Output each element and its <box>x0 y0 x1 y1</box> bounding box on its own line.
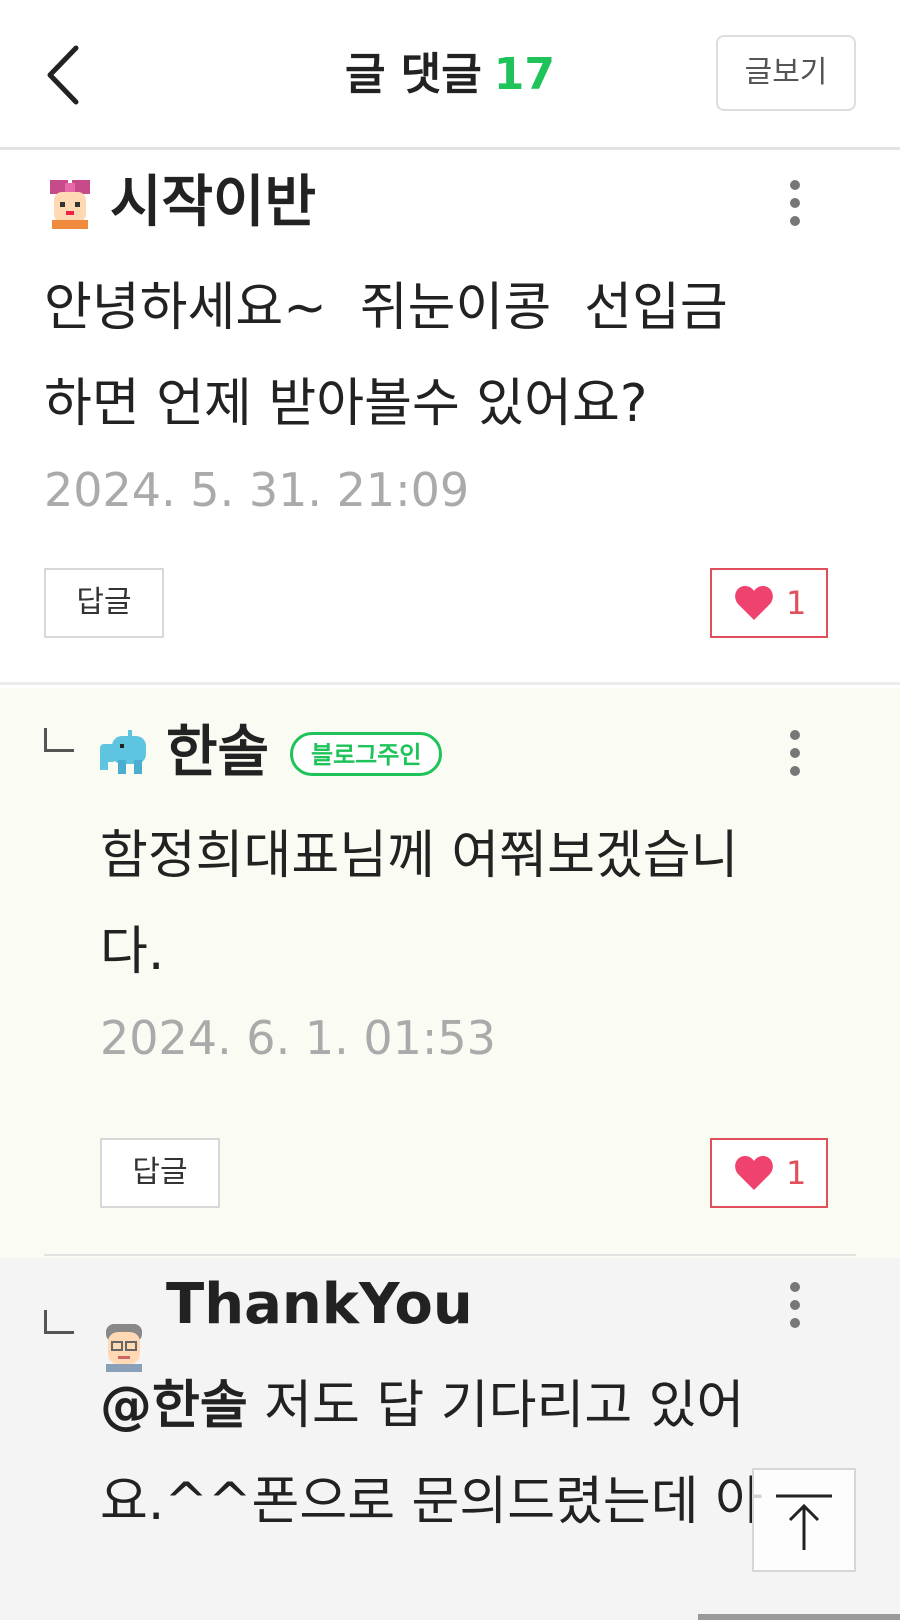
like-count: 1 <box>786 584 807 622</box>
view-post-button[interactable]: 글보기 <box>716 35 856 111</box>
reply-arrow-icon <box>44 1310 74 1334</box>
like-count: 1 <box>786 1154 807 1192</box>
page-title-label: 글 댓글 <box>345 49 482 100</box>
comment-text: 안녕하세요~ 쥐눈이콩 선입금 하면 언제 받아볼수 있어요? <box>44 278 728 434</box>
more-options-button[interactable] <box>780 718 810 788</box>
comment-date: 2024. 6. 1. 01:53 <box>100 1011 496 1065</box>
commenter-nickname[interactable]: 시작이반 <box>110 168 316 238</box>
divider <box>44 1254 856 1256</box>
comment-count: 17 <box>493 49 555 100</box>
commenter-nickname[interactable]: 한솔 <box>166 718 269 788</box>
heart-icon <box>735 586 773 620</box>
header-bar: 글 댓글 17 글보기 <box>0 0 900 150</box>
scrollbar[interactable] <box>698 1614 900 1620</box>
comment-item: 시작이반 안녕하세요~ 쥐눈이콩 선입금 하면 언제 받아볼수 있어요? 202… <box>0 150 900 685</box>
like-button[interactable]: 1 <box>710 1138 828 1208</box>
like-button[interactable]: 1 <box>710 568 828 638</box>
more-options-button[interactable] <box>780 1270 810 1340</box>
comment-text: @한솔 저도 답 기다리고 있어 요.^^폰으로 문의드렸는데 아 <box>100 1358 763 1550</box>
more-options-button[interactable] <box>780 168 810 238</box>
blog-owner-badge: 블로그주인 <box>290 732 443 776</box>
scroll-to-top-button[interactable] <box>752 1468 856 1572</box>
avatar <box>50 180 90 229</box>
comment-text: 함정희대표님께 여쭤보겠습니 다. <box>100 826 739 982</box>
commenter-nickname[interactable]: ThankYou <box>166 1270 473 1340</box>
reply-comment-item: 한솔 블로그주인 함정희대표님께 여쭤보겠습니 다. 2024. 6. 1. 0… <box>0 688 900 1258</box>
reply-button[interactable]: 답글 <box>100 1138 220 1208</box>
reply-arrow-icon <box>44 728 74 752</box>
heart-icon <box>735 1156 773 1190</box>
avatar <box>100 730 146 774</box>
reply-button[interactable]: 답글 <box>44 568 164 638</box>
mention-link[interactable]: @한솔 <box>100 1376 248 1436</box>
arrow-up-icon <box>776 1494 832 1550</box>
comment-date: 2024. 5. 31. 21:09 <box>44 463 470 517</box>
